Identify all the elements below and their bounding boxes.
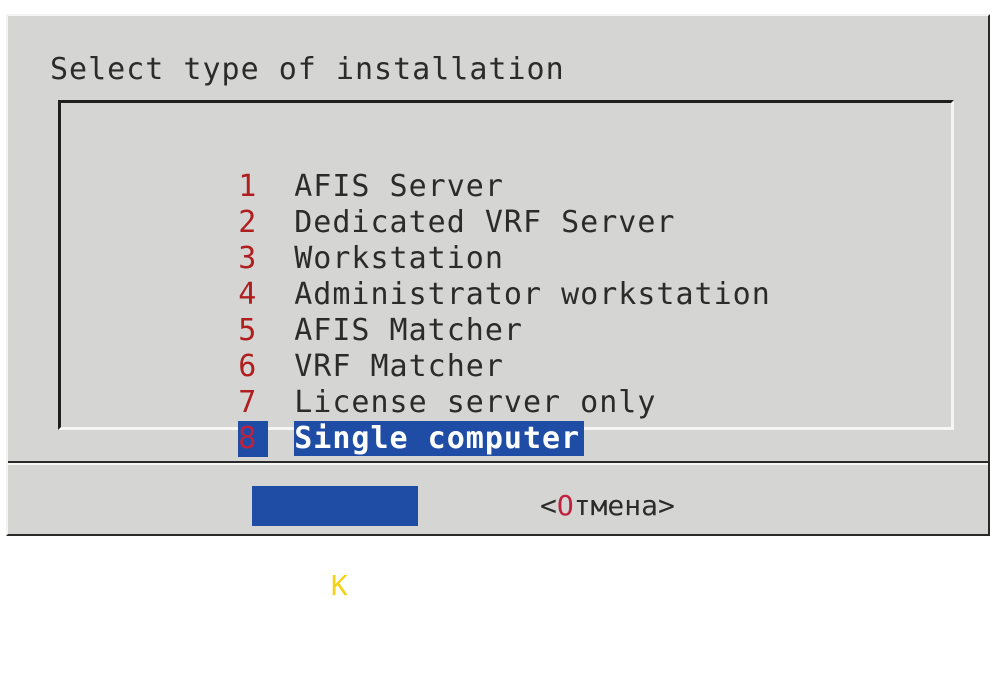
cancel-hotkey: О xyxy=(556,489,574,522)
install-type-dialog: Select type of installation 1 AFIS Server… xyxy=(6,14,990,642)
menu-item-license-server-only[interactable]: 7 License server only xyxy=(166,349,656,420)
menu-item-afis-server[interactable]: 1 AFIS Server xyxy=(166,133,504,204)
ok-cursor-letter: K xyxy=(330,569,348,602)
menu-item-afis-matcher[interactable]: 5 AFIS Matcher xyxy=(166,277,523,348)
menu-item-number: 8 xyxy=(238,421,269,457)
menu-item-label: Single computer xyxy=(294,421,585,456)
ok-button[interactable]: < OK > xyxy=(252,486,418,642)
ok-hotkey: O xyxy=(314,569,331,602)
menu-item-administrator-workstation[interactable]: 4 Administrator workstation xyxy=(166,241,771,312)
cancel-left-bracket: < xyxy=(540,489,557,522)
ok-left-bracket: < xyxy=(262,529,279,562)
menu-item-dedicated-vrf-server[interactable]: 2 Dedicated VRF Server xyxy=(166,169,675,240)
ok-label: OK xyxy=(314,566,348,606)
menu-item-workstation[interactable]: 3 Workstation xyxy=(166,205,504,276)
cancel-button[interactable]: <Отмена> xyxy=(540,486,675,526)
menu-item-vrf-matcher[interactable]: 6 VRF Matcher xyxy=(166,313,504,384)
cancel-label: тмена xyxy=(573,489,659,522)
menu-item-single-computer[interactable]: 8 Single computer xyxy=(166,385,585,457)
ok-right-bracket: > xyxy=(387,609,404,642)
cancel-right-bracket: > xyxy=(658,489,675,522)
dialog-title: Select type of installation xyxy=(50,52,565,87)
button-row-separator xyxy=(8,461,988,465)
